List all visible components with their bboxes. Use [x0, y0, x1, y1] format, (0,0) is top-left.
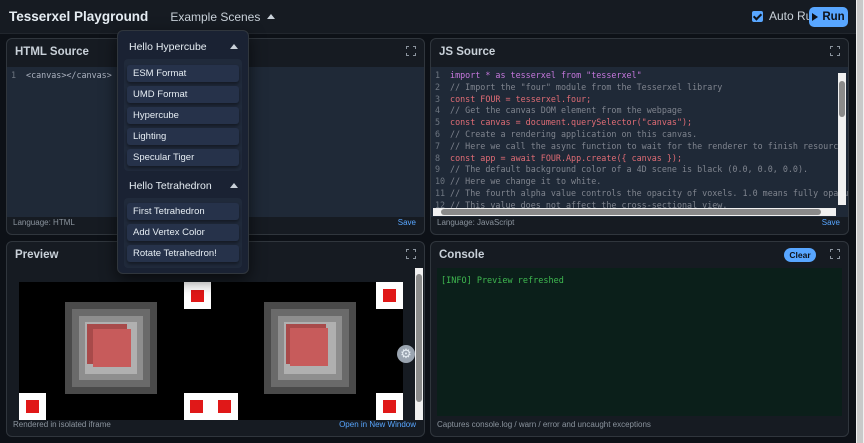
code-line: 8 const app = await FOUR.App.create({ ca… — [435, 152, 682, 163]
code-line: 5 const canvas = document.querySelector(… — [435, 117, 693, 128]
run-button[interactable]: Run — [809, 7, 848, 27]
menu-item-rotate-tetrahedron[interactable]: Rotate Tetrahedron! — [127, 245, 239, 262]
code-line: 10 // Here we change it to white. — [435, 176, 602, 187]
code-horizontal-scrollbar[interactable] — [433, 208, 836, 216]
group-label: Hello Tetrahedron — [129, 180, 212, 192]
html-language-label: Language: HTML — [13, 218, 75, 227]
code-line: 7 // Here we call the async function to … — [435, 140, 844, 151]
code-line: 4 // Get the canvas DOM element from the… — [435, 105, 682, 116]
console-panel: Console Clear [INFO] Preview refreshed C… — [430, 241, 849, 437]
preview-footer: Rendered in isolated iframe Open in New … — [13, 420, 416, 432]
scrollbar-thumb[interactable] — [416, 274, 422, 402]
code-line: 2 // Import the "four" module from the T… — [435, 81, 723, 92]
preview-canvas[interactable] — [19, 282, 403, 420]
chevron-up-icon — [267, 14, 276, 19]
js-source-header: JS Source — [431, 39, 848, 65]
hypercube-render — [65, 302, 157, 394]
console-output: [INFO] Preview refreshed — [437, 268, 842, 416]
menu-item-add-vertex-color[interactable]: Add Vertex Color — [127, 224, 239, 241]
example-scenes-menu: Hello Hypercube ESM Format UMD Format Hy… — [117, 30, 249, 274]
js-code-editor[interactable]: 1 import * as tesserxel from "tesserxel"… — [431, 67, 848, 217]
group-label: Hello Hypercube — [129, 41, 207, 53]
console-note: Captures console.log / warn / error and … — [437, 420, 651, 429]
console-header: Console Clear — [431, 242, 848, 268]
open-new-window-link[interactable]: Open in New Window — [339, 420, 416, 432]
menu-item-lighting[interactable]: Lighting — [127, 128, 239, 145]
expand-icon[interactable] — [406, 249, 416, 259]
scrollbar-thumb[interactable] — [857, 0, 863, 443]
cross-section-tile — [376, 393, 403, 420]
chevron-up-icon — [230, 44, 238, 49]
code-vertical-scrollbar[interactable] — [838, 73, 846, 205]
menu-item-hypercube[interactable]: Hypercube — [127, 107, 239, 124]
cross-section-tile — [184, 282, 211, 309]
js-save-button[interactable]: Save — [822, 218, 840, 230]
app-title: Tesserxel Playground — [9, 9, 149, 24]
js-source-footer: Language: JavaScript Save — [437, 218, 840, 230]
js-source-panel: JS Source 1 import * as tesserxel from "… — [430, 38, 849, 235]
checkbox-icon[interactable] — [752, 10, 763, 22]
example-scenes-label: Example Scenes — [170, 9, 261, 24]
hypercube-render — [264, 302, 356, 394]
chevron-up-icon — [230, 183, 238, 188]
cross-section-tile — [184, 393, 238, 420]
console-footer: Captures console.log / warn / error and … — [437, 420, 840, 432]
preview-vertical-scrollbar[interactable] — [415, 268, 423, 420]
clear-button[interactable]: Clear — [784, 248, 816, 262]
example-scenes-toggle[interactable]: Example Scenes — [170, 9, 276, 24]
code-line: 3 const FOUR = tesserxel.four; — [435, 93, 592, 104]
scrollbar-thumb[interactable] — [839, 81, 845, 117]
gear-icon[interactable]: ⚙ — [397, 345, 415, 363]
console-line: [INFO] Preview refreshed — [441, 276, 564, 286]
cross-section-tile — [19, 393, 46, 420]
group-hello-tetrahedron[interactable]: Hello Tetrahedron — [118, 174, 248, 198]
expand-icon[interactable] — [830, 46, 840, 56]
js-language-label: Language: JavaScript — [437, 218, 515, 227]
page-scrollbar[interactable] — [856, 0, 864, 443]
preview-title: Preview — [15, 249, 59, 261]
scrollbar-thumb[interactable] — [441, 209, 821, 215]
menu-item-umd-format[interactable]: UMD Format — [127, 86, 239, 103]
console-title: Console — [439, 249, 485, 261]
expand-icon[interactable] — [830, 249, 840, 259]
play-icon — [812, 13, 819, 21]
html-save-button[interactable]: Save — [398, 218, 416, 230]
code-line: 1 import * as tesserxel from "tesserxel" — [435, 70, 642, 80]
group-hello-hypercube[interactable]: Hello Hypercube — [118, 35, 248, 59]
menu-item-specular-tiger[interactable]: Specular Tiger — [127, 149, 239, 166]
expand-icon[interactable] — [406, 46, 416, 56]
tetrahedron-items: First Tetrahedron Add Vertex Color Rotat… — [124, 198, 242, 268]
cross-section-tile — [376, 282, 403, 309]
code-line: 11 // The fourth alpha value controls th… — [435, 187, 848, 198]
html-source-title: HTML Source — [15, 46, 89, 58]
top-bar: Tesserxel Playground Example Scenes Auto… — [0, 0, 856, 34]
run-button-label: Run — [822, 11, 845, 23]
hypercube-items: ESM Format UMD Format Hypercube Lighting… — [124, 59, 242, 171]
code-line: 9 // The default background color of a 4… — [435, 164, 809, 175]
menu-item-esm-format[interactable]: ESM Format — [127, 65, 239, 82]
menu-item-first-tetrahedron[interactable]: First Tetrahedron — [127, 203, 239, 220]
preview-note: Rendered in isolated iframe — [13, 420, 111, 429]
js-source-title: JS Source — [439, 46, 496, 58]
code-line: 6 // Create a rendering application on t… — [435, 128, 698, 139]
